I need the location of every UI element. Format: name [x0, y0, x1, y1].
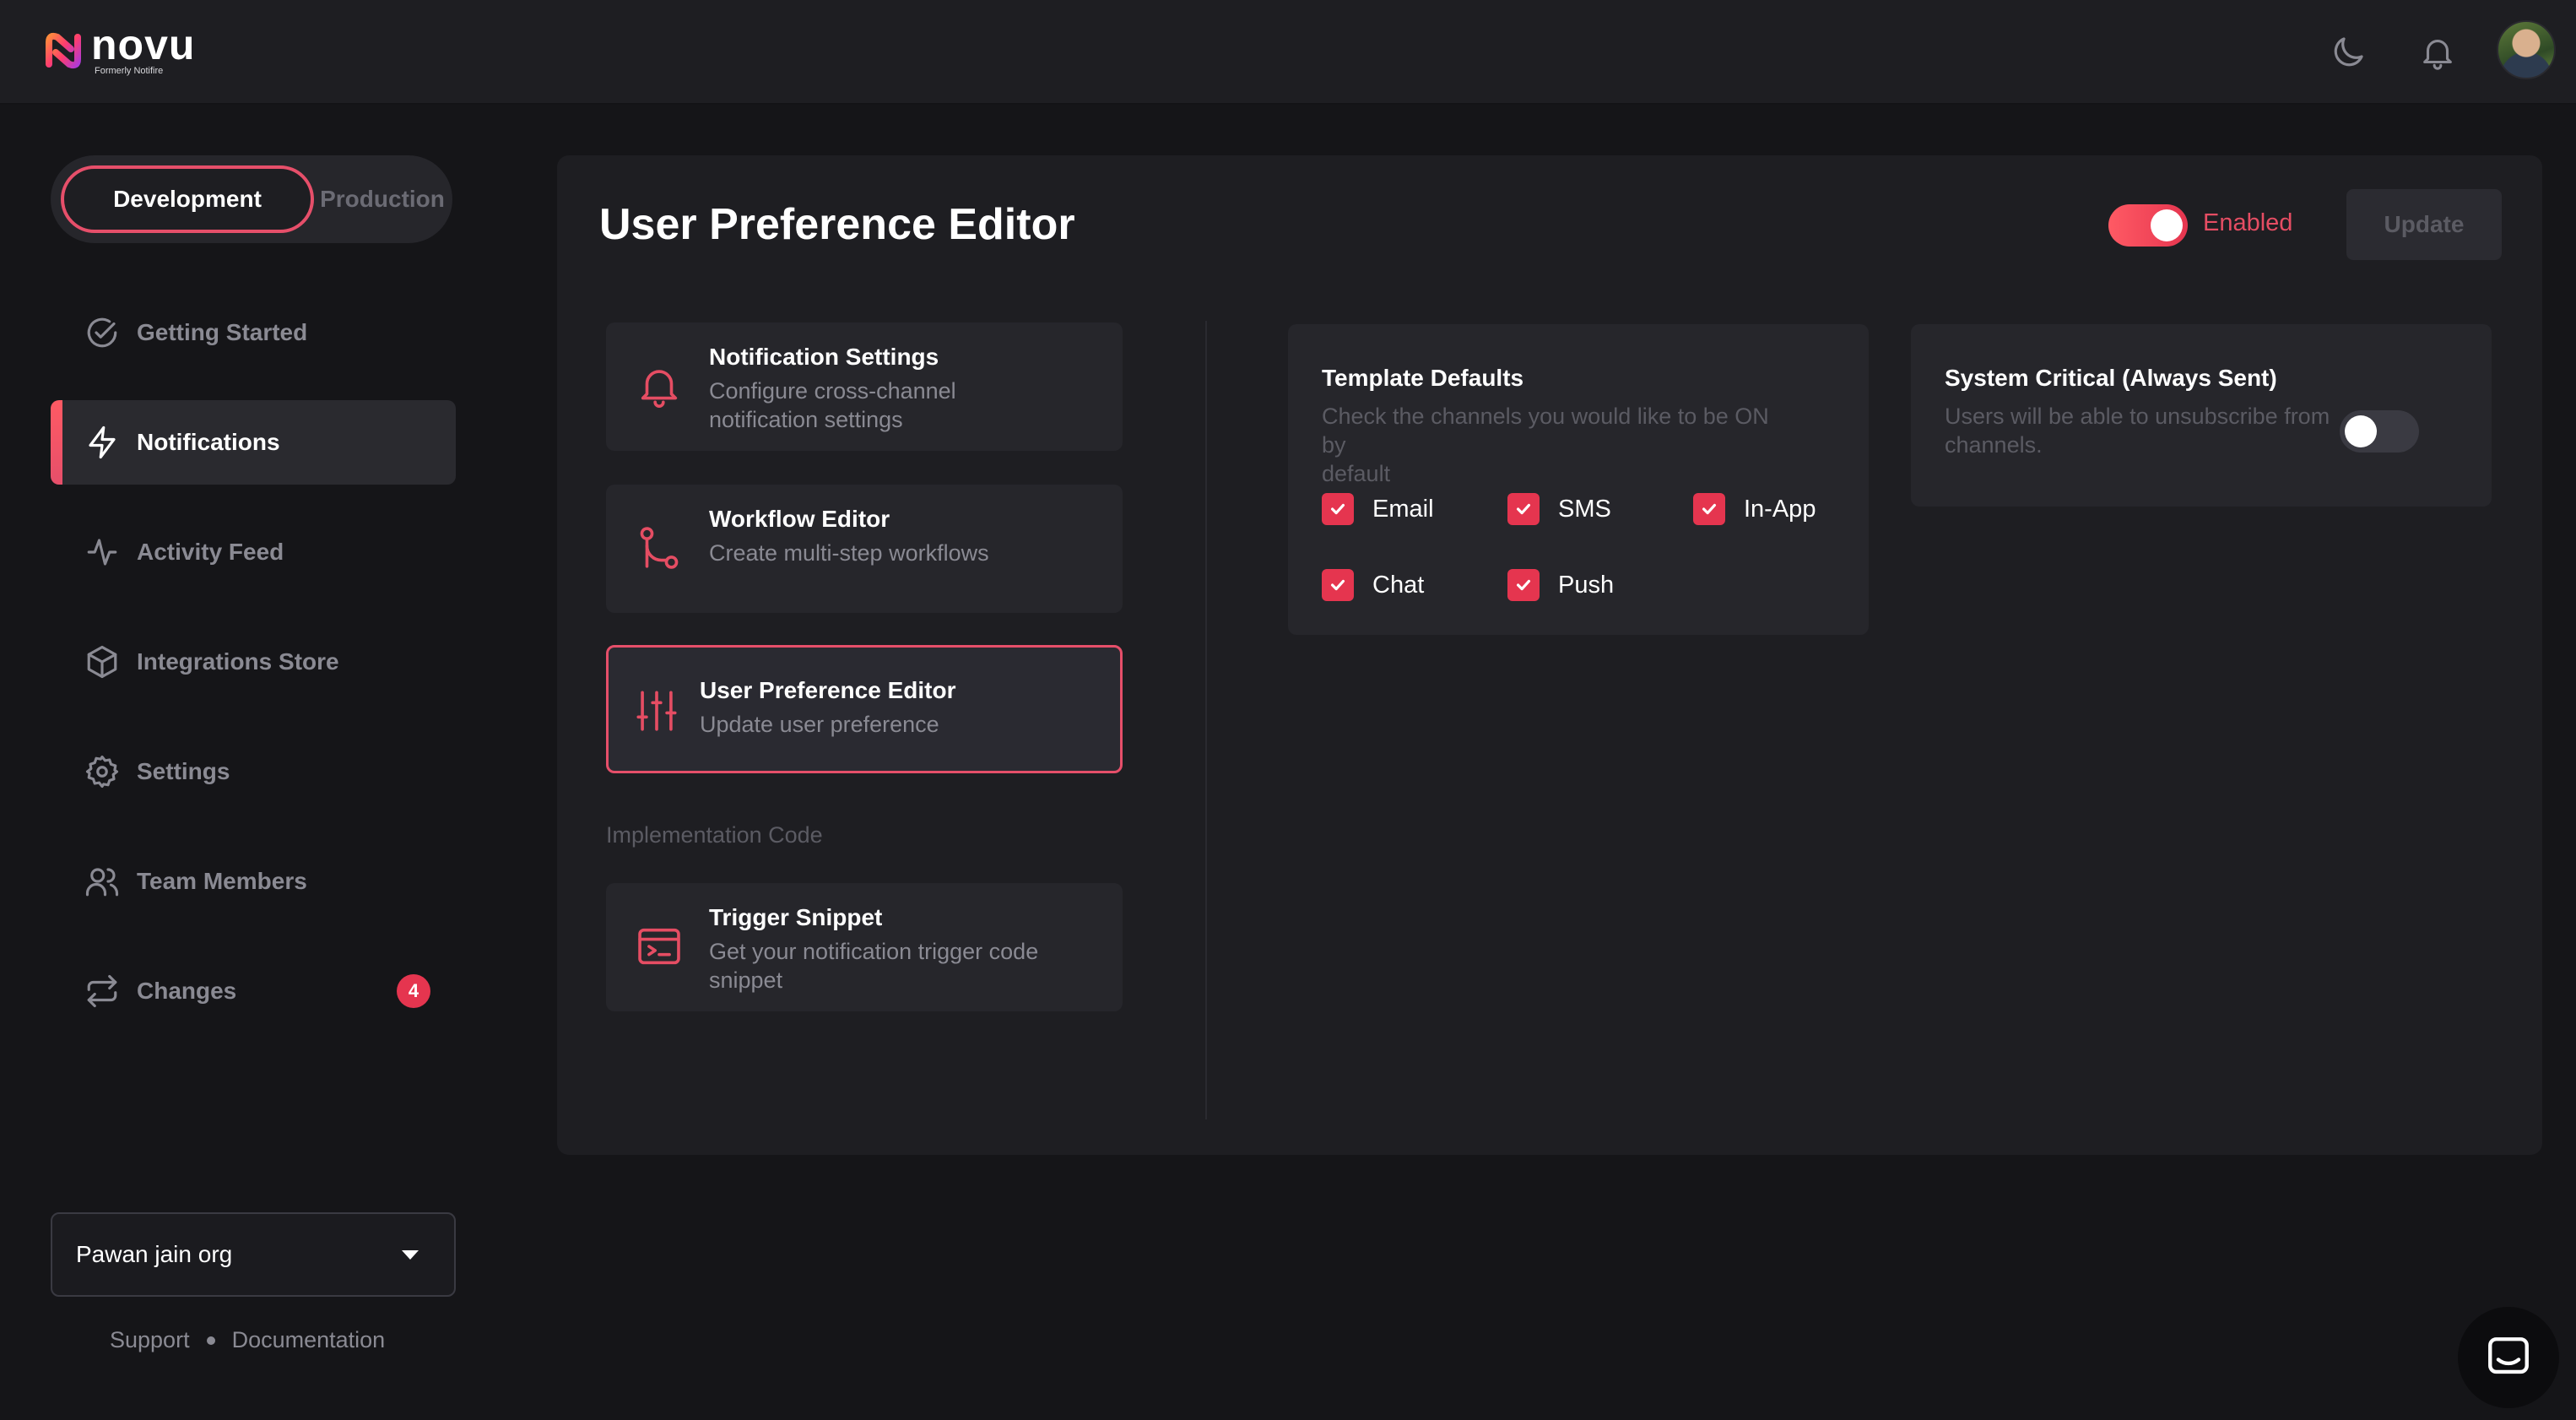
sidebar-item-getting-started[interactable]: Getting Started	[51, 290, 456, 375]
system-critical-card: System Critical (Always Sent) Users will…	[1911, 324, 2492, 507]
system-critical-title: System Critical (Always Sent)	[1945, 365, 2277, 391]
avatar[interactable]	[2497, 20, 2556, 79]
channel-label: Chat	[1372, 571, 1425, 599]
sidebar-item-label: Activity Feed	[137, 539, 284, 565]
checkbox-checked	[1322, 569, 1354, 601]
page-title: User Preference Editor	[599, 200, 1075, 249]
system-critical-toggle[interactable]	[2340, 410, 2419, 453]
menu-description: Configure cross-channel notification set…	[709, 378, 956, 432]
box-icon	[87, 645, 117, 679]
logo-subtitle: Formerly Notifire	[95, 66, 164, 76]
menu-title: Notification Settings	[709, 344, 939, 370]
channel-sms-checkbox[interactable]: SMS	[1507, 493, 1611, 525]
menu-workflow-editor[interactable]: Workflow Editor Create multi-step workfl…	[606, 485, 1123, 613]
menu-user-preference-editor[interactable]: User Preference Editor Update user prefe…	[606, 645, 1123, 773]
sidebar-item-changes[interactable]: Changes 4	[51, 949, 456, 1033]
sidebar-item-activity-feed[interactable]: Activity Feed	[51, 510, 456, 594]
chat-icon	[2488, 1337, 2529, 1374]
workflow-icon	[640, 527, 679, 569]
sidebar-item-label: Team Members	[137, 868, 307, 894]
template-defaults-title: Template Defaults	[1322, 365, 1524, 391]
checkbox-checked	[1507, 493, 1540, 525]
env-development-button[interactable]: Development	[61, 165, 314, 233]
caret-down-icon	[402, 1250, 419, 1260]
sidebar-item-label: Notifications	[137, 429, 280, 455]
chat-launcher-button[interactable]	[2458, 1307, 2559, 1408]
checkbox-checked	[1322, 493, 1354, 525]
sliders-icon	[636, 691, 677, 731]
channel-label: Email	[1372, 495, 1434, 523]
channel-chat-checkbox[interactable]: Chat	[1322, 569, 1424, 601]
vertical-divider	[1205, 321, 1207, 1119]
template-defaults-description: Check the channels you would like to be …	[1322, 404, 1769, 486]
organization-name: Pawan jain org	[76, 1241, 233, 1267]
update-button[interactable]: Update	[2346, 189, 2502, 260]
toggle-knob	[2345, 415, 2377, 447]
changes-count-badge: 4	[397, 974, 430, 1008]
sidebar-item-notifications[interactable]: Notifications	[51, 400, 456, 485]
channel-label: Push	[1558, 571, 1615, 599]
sidebar-item-settings[interactable]: Settings	[51, 729, 456, 814]
menu-title: User Preference Editor	[700, 677, 956, 703]
menu-title: Workflow Editor	[709, 506, 890, 532]
gear-icon	[85, 755, 119, 789]
sidebar-item-label: Integrations Store	[137, 648, 339, 675]
moon-icon[interactable]	[2323, 27, 2373, 78]
implementation-code-label: Implementation Code	[606, 822, 823, 848]
channel-in-app-checkbox[interactable]: In-App	[1693, 493, 1816, 525]
menu-description: Update user preference	[700, 712, 939, 737]
support-link[interactable]: Support	[110, 1327, 190, 1353]
enabled-toggle[interactable]	[2108, 204, 2188, 247]
top-bar: novu Formerly Notifire	[0, 0, 2576, 105]
organization-select[interactable]: Pawan jain org	[51, 1212, 456, 1297]
channel-label: SMS	[1558, 495, 1611, 523]
sidebar-item-label: Getting Started	[137, 319, 308, 345]
menu-trigger-snippet[interactable]: Trigger Snippet Get your notification tr…	[606, 883, 1123, 1011]
menu-description: Get your notification trigger code snipp…	[709, 939, 1039, 993]
code-window-icon	[638, 928, 680, 965]
checkbox-checked	[1507, 569, 1540, 601]
sidebar-item-label: Changes	[137, 978, 237, 1004]
system-critical-description: Users will be able to unsubscribe from c…	[1945, 404, 2330, 458]
novu-logo-icon	[46, 32, 81, 69]
documentation-link[interactable]: Documentation	[232, 1327, 386, 1353]
bell-icon	[641, 370, 678, 408]
enabled-status-label: Enabled	[2203, 209, 2293, 236]
template-defaults-card: Template Defaults Check the channels you…	[1288, 324, 1869, 635]
channel-push-checkbox[interactable]: Push	[1507, 569, 1614, 601]
swap-icon	[87, 974, 117, 1008]
menu-title: Trigger Snippet	[709, 904, 883, 930]
footer-links: Support Documentation	[110, 1327, 385, 1353]
checkbox-checked	[1693, 493, 1725, 525]
check-circle-icon	[87, 317, 117, 348]
main-panel: User Preference Editor Enabled Update No…	[557, 155, 2542, 1155]
logo-wordmark: novu	[91, 21, 196, 68]
environment-switch: Development Production	[51, 155, 452, 243]
channel-label: In-App	[1744, 495, 1816, 523]
menu-description: Create multi-step workflows	[709, 540, 989, 566]
channel-email-checkbox[interactable]: Email	[1322, 493, 1434, 525]
sidebar-item-integrations-store[interactable]: Integrations Store	[51, 620, 456, 704]
toggle-knob	[2151, 209, 2183, 241]
lightning-icon	[89, 425, 116, 459]
users-icon	[85, 868, 119, 897]
sidebar-item-label: Settings	[137, 758, 230, 784]
menu-notification-settings[interactable]: Notification Settings Configure cross-ch…	[606, 322, 1123, 451]
env-production-button[interactable]: Production	[317, 165, 447, 233]
sidebar-item-team-members[interactable]: Team Members	[51, 839, 456, 924]
activity-icon	[87, 539, 117, 566]
novu-logo[interactable]: novu Formerly Notifire	[41, 21, 196, 76]
bell-icon[interactable]	[2412, 27, 2463, 78]
separator-dot	[206, 1336, 215, 1345]
